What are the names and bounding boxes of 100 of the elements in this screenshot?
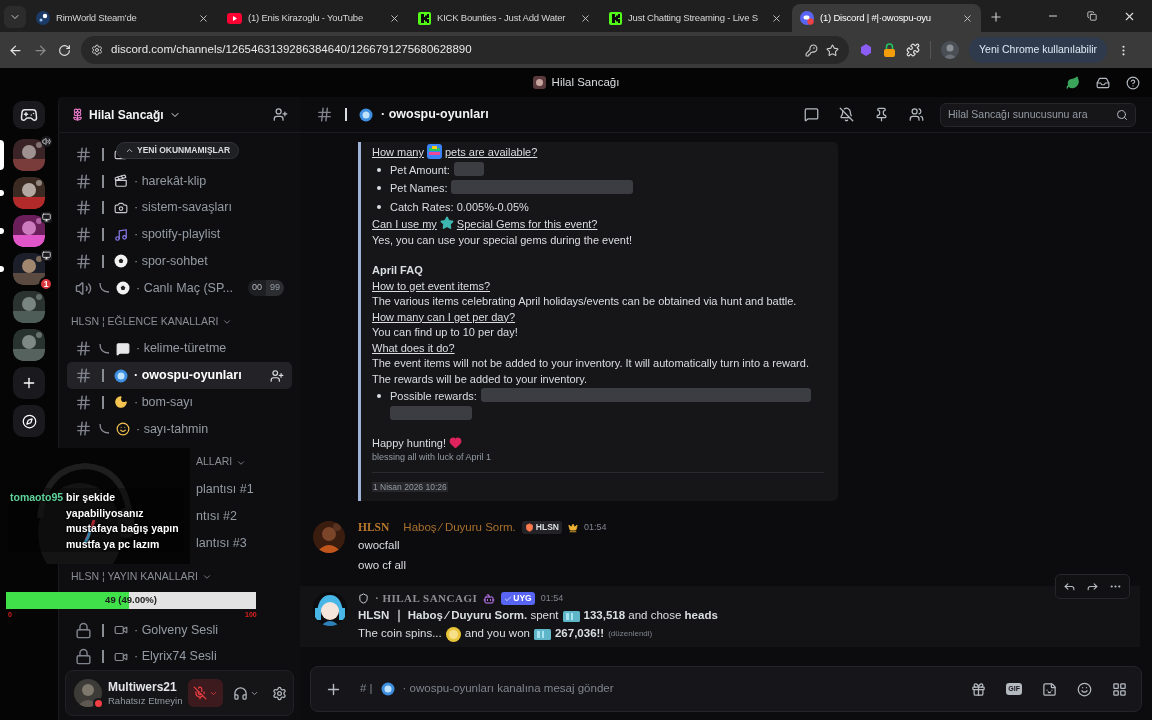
server-button[interactable] — [13, 177, 45, 209]
server-button[interactable] — [13, 329, 45, 361]
invite-icon[interactable] — [270, 368, 284, 383]
tab-search-button[interactable] — [4, 6, 26, 28]
server-button[interactable] — [13, 253, 45, 285]
mute-button[interactable] — [188, 679, 224, 707]
search-field[interactable]: Hilal Sancağı sunucusunu ara — [940, 102, 1136, 127]
channel-name: · kelime-türetme — [136, 340, 227, 358]
question-link[interactable]: pets are available? — [444, 146, 538, 158]
gift-icon[interactable] — [971, 681, 987, 697]
browser-tab[interactable]: Just Chatting Streaming - Live S — [601, 4, 790, 32]
padlock-icon[interactable] — [883, 43, 896, 57]
server-button[interactable] — [13, 215, 45, 247]
category-label[interactable]: ALLARI — [196, 454, 233, 471]
speaker-icon — [75, 279, 92, 297]
channel-item[interactable]: · Golveny Sesli — [67, 616, 292, 644]
pin-icon[interactable] — [874, 107, 889, 122]
add-server-button[interactable] — [13, 367, 45, 399]
hash-icon — [75, 145, 92, 163]
bookmark-icon[interactable] — [826, 43, 839, 57]
crown-icon — [567, 522, 578, 533]
sticker-icon[interactable] — [1042, 681, 1057, 697]
update-button[interactable]: Yeni Chrome kullanılabilir — [969, 37, 1108, 63]
reload-icon[interactable] — [58, 43, 71, 57]
back-icon[interactable] — [8, 42, 23, 58]
address-bar[interactable]: discord.com/channels/1265463139286384640/1266791275680628890 — [81, 36, 849, 64]
screen-icon — [41, 250, 52, 261]
invite-icon[interactable] — [273, 107, 288, 122]
leaf-icon[interactable] — [1066, 75, 1080, 90]
author-name[interactable]: · HILAL SANCAGI — [375, 590, 478, 607]
server-name[interactable]: Hilal Sancağı — [89, 105, 164, 124]
close-icon[interactable] — [580, 12, 591, 24]
apps-icon[interactable] — [1112, 681, 1127, 697]
hash-icon — [75, 199, 92, 217]
restore-icon[interactable] — [1087, 11, 1097, 21]
close-icon[interactable] — [771, 12, 782, 24]
round-logo-icon — [800, 11, 814, 25]
inbox-icon[interactable] — [1096, 75, 1110, 90]
browser-tab[interactable]: (1) Enis Kirazoglu - YouTube — [219, 4, 408, 32]
edited-label: (düzenlendi) — [608, 628, 653, 640]
question-link[interactable]: What does it do? — [372, 341, 455, 354]
channel-name[interactable]: ntısı #2 — [196, 506, 237, 526]
server-button[interactable] — [13, 139, 45, 171]
new-tab-icon[interactable] — [989, 10, 1003, 24]
discover-button[interactable] — [13, 405, 45, 437]
browser-tab[interactable]: (1) Discord | #|·owospu-oyu — [792, 4, 981, 32]
lock-icon — [75, 621, 92, 639]
tab-title: KICK Bounties - Just Add Water — [437, 10, 567, 25]
bell-off-icon[interactable] — [839, 107, 854, 122]
emoji-icon[interactable] — [1077, 681, 1092, 697]
channel-item[interactable]: · sistem-savaşları — [67, 194, 292, 222]
channel-item[interactable]: · owospu-oyunları — [67, 362, 292, 389]
key-icon[interactable] — [805, 43, 818, 57]
message-field[interactable]: · owospu-oyunları kanalına mesaj gönder — [402, 680, 964, 698]
members-icon[interactable] — [909, 107, 924, 122]
channel-item[interactable]: · spotify-playlist — [67, 221, 292, 248]
status-text: Rahatsız Etmeyin — [108, 694, 183, 707]
author-name[interactable]: HLSN — [358, 518, 390, 537]
close-icon[interactable] — [962, 12, 973, 24]
camera-icon — [114, 200, 128, 215]
branch-icon — [98, 422, 110, 435]
unread-pill[interactable]: YENİ OKUNMAMIŞLAR — [116, 142, 240, 159]
channel-item[interactable]: · bom-sayı — [67, 388, 292, 416]
hash-icon — [75, 226, 92, 244]
browser-tab[interactable]: RimWorld Steam'de — [28, 4, 217, 32]
question-link[interactable]: How to get event items? — [372, 279, 490, 292]
bot-icon — [483, 592, 496, 605]
question-link[interactable]: Special Gems for this event? — [456, 218, 598, 230]
channel-item[interactable]: · Canlı Maç (SP... 00 99 — [67, 274, 292, 302]
message-text: and you won — [464, 626, 530, 642]
server-button[interactable] — [13, 291, 45, 323]
question-link[interactable]: How many can I get per day? — [372, 310, 516, 323]
extensions-icon[interactable] — [906, 43, 920, 57]
channel-item[interactable]: · sayı-tahmin — [67, 415, 292, 443]
smiley-icon — [116, 421, 130, 436]
home-button[interactable] — [13, 101, 45, 129]
category-label[interactable]: HLSN ¦ YAYIN KANALLARI — [71, 568, 199, 585]
speech-bubble-icon — [116, 341, 130, 356]
browser-tab[interactable]: KICK Bounties - Just Add Water — [410, 4, 599, 32]
channel-item[interactable]: · harekât-klip — [67, 167, 292, 195]
channel-name[interactable]: lantısı #3 — [196, 533, 247, 553]
question-link[interactable]: How many — [372, 146, 424, 158]
channel-item[interactable]: · spor-sohbet — [67, 247, 292, 275]
list-item-text: Pet Amount: — [390, 163, 450, 176]
channel-name: · spor-sohbet — [134, 252, 208, 270]
cube-icon[interactable] — [859, 43, 873, 57]
message-text: owocfall — [358, 538, 400, 554]
settings-icon — [272, 685, 288, 701]
close-icon[interactable] — [198, 12, 209, 24]
caption-text: blessing all with luck of April 1 — [372, 452, 492, 462]
channel-name: · Golveny Sesli — [134, 621, 219, 639]
close-icon[interactable] — [389, 12, 400, 24]
threads-icon[interactable] — [804, 107, 819, 122]
channel-name[interactable]: plantısı #1 — [196, 480, 254, 499]
channel-item[interactable]: · Elyrix74 Sesli — [67, 643, 292, 670]
forward-icon[interactable] — [33, 42, 48, 58]
help-icon[interactable] — [1126, 75, 1140, 90]
question-link[interactable]: Can I use my — [372, 218, 437, 230]
category-label[interactable]: HLSN ¦ EĞLENCE KANALLARI — [71, 313, 219, 330]
channel-item[interactable]: · kelime-türetme — [67, 335, 292, 363]
